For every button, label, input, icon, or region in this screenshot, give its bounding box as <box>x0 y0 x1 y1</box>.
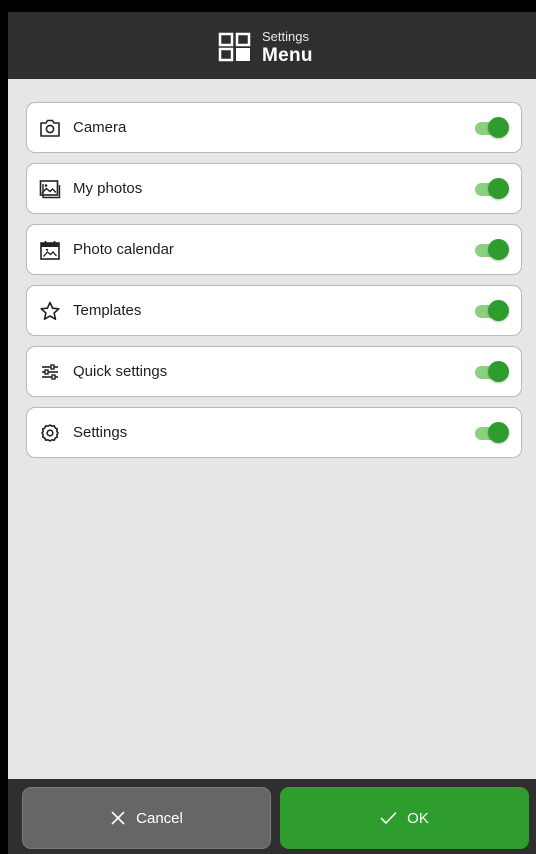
header-title-group: Settings Menu <box>218 25 313 69</box>
cancel-button-label: Cancel <box>136 809 183 827</box>
toggle-knob <box>488 239 509 260</box>
photos-icon <box>39 178 61 200</box>
calendar-icon <box>39 239 61 261</box>
check-icon <box>380 811 397 825</box>
menu-item-label: Quick settings <box>73 363 168 380</box>
gear-icon <box>39 422 61 444</box>
menu-item-quick-settings[interactable]: Quick settings <box>26 346 522 397</box>
sliders-icon <box>39 361 61 383</box>
menu-item-my-photos[interactable]: My photos <box>26 163 522 214</box>
camera-icon <box>39 117 61 139</box>
cancel-button[interactable]: Cancel <box>22 787 271 849</box>
menu-item-label: Photo calendar <box>73 241 174 258</box>
my-photos-toggle[interactable] <box>475 178 509 200</box>
menu-settings-screen: Settings Menu Camera My photos Photo cal… <box>8 12 536 854</box>
menu-item-label: Settings <box>73 424 128 441</box>
photo-calendar-toggle[interactable] <box>475 239 509 261</box>
menu-item-label: Camera <box>73 119 127 136</box>
header-subtitle: Settings <box>262 28 309 44</box>
menu-item-settings[interactable]: Settings <box>26 407 522 458</box>
camera-toggle[interactable] <box>475 117 509 139</box>
menu-item-camera[interactable]: Camera <box>26 102 522 153</box>
menu-item-label: My photos <box>73 180 143 197</box>
ok-button-label: OK <box>407 809 429 827</box>
toggle-knob <box>488 422 509 443</box>
toggle-knob <box>488 178 509 199</box>
menu-item-templates[interactable]: Templates <box>26 285 522 336</box>
menu-items-list: Camera My photos Photo calendar Template… <box>26 102 524 468</box>
toggle-knob <box>488 300 509 321</box>
menu-item-label: Templates <box>73 302 142 319</box>
ok-button[interactable]: OK <box>280 787 529 849</box>
grid-icon <box>218 32 252 62</box>
menu-item-photo-calendar[interactable]: Photo calendar <box>26 224 522 275</box>
header-bar: Settings Menu <box>8 12 536 79</box>
settings-toggle[interactable] <box>475 422 509 444</box>
close-icon <box>110 810 126 826</box>
page-title: Menu <box>262 44 313 66</box>
star-icon <box>39 300 61 322</box>
header-text: Settings Menu <box>262 30 313 65</box>
toggle-knob <box>488 361 509 382</box>
templates-toggle[interactable] <box>475 300 509 322</box>
footer-bar: Cancel OK <box>8 779 536 854</box>
quick-settings-toggle[interactable] <box>475 361 509 383</box>
toggle-knob <box>488 117 509 138</box>
